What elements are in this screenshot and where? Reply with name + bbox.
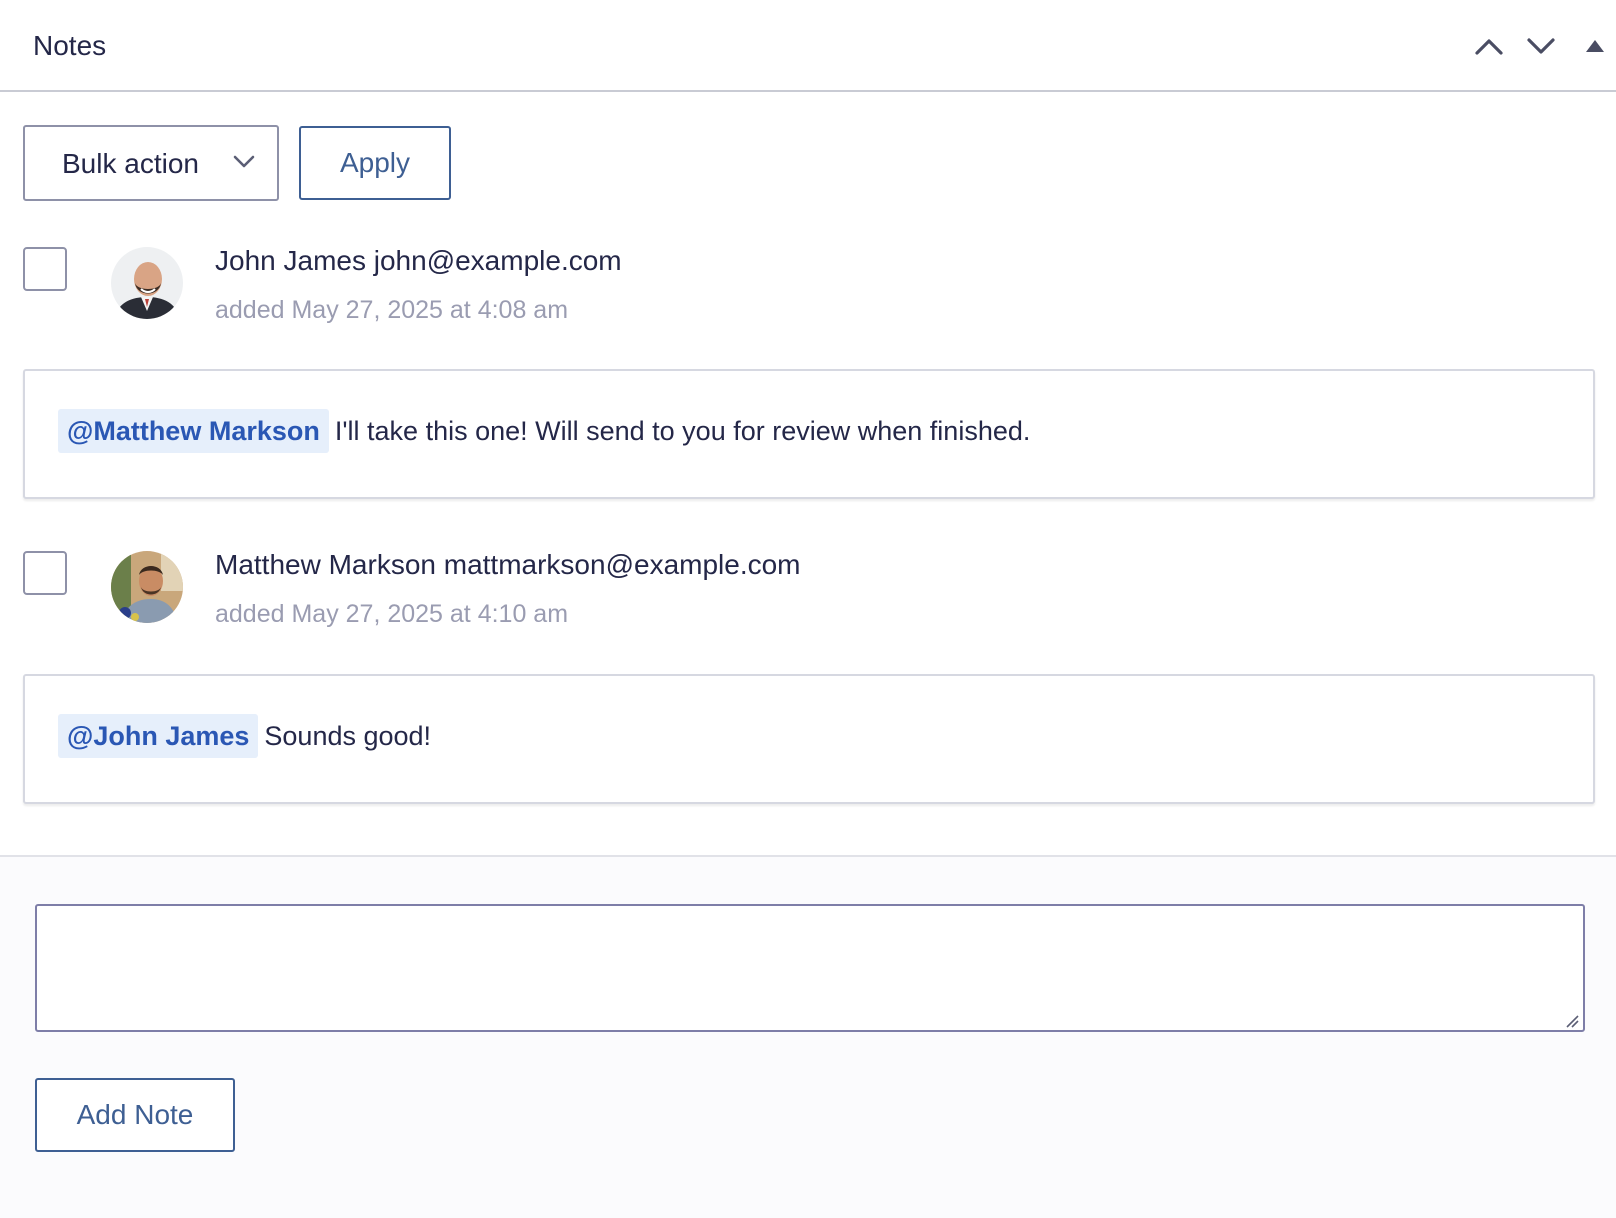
- add-note-button[interactable]: Add Note: [35, 1078, 235, 1152]
- note-date: added May 27, 2025 at 4:08 am: [215, 296, 569, 324]
- note-author: John James john@example.com: [215, 243, 622, 279]
- note-content: @John James Sounds good!: [23, 674, 1595, 804]
- chevron-down-icon: [233, 155, 255, 174]
- note-content: @Matthew Markson I'll take this one! Will…: [23, 369, 1595, 499]
- bulk-action-label: Bulk action: [62, 148, 199, 179]
- resize-handle-icon[interactable]: [1565, 1014, 1579, 1033]
- chevron-down-icon[interactable]: [1521, 26, 1561, 66]
- panel-title: Notes: [33, 30, 107, 61]
- avatar: [111, 247, 183, 319]
- notes-panel: Notes Bulk action Apply John James john@…: [0, 0, 1616, 1218]
- author-name: Matthew Markson: [215, 549, 436, 580]
- note-composer: Add Note: [0, 855, 1616, 1218]
- avatar: [111, 551, 183, 623]
- note-message: I'll take this one! Will send to you for…: [334, 416, 1031, 446]
- mention-tag[interactable]: @John James: [58, 714, 259, 758]
- note-textarea[interactable]: [35, 904, 1585, 1032]
- note-text: @John James Sounds good!: [58, 714, 431, 758]
- note-message: Sounds good!: [264, 721, 432, 751]
- bulk-action-select[interactable]: Bulk action: [23, 125, 279, 201]
- author-email: mattmarkson@example.com: [443, 549, 801, 580]
- panel-header: Notes: [0, 0, 1616, 92]
- note-text: @Matthew Markson I'll take this one! Will…: [58, 409, 1030, 453]
- chevron-up-icon[interactable]: [1469, 26, 1509, 66]
- note-author: Matthew Markson mattmarkson@example.com: [215, 547, 801, 583]
- mention-tag[interactable]: @Matthew Markson: [58, 409, 329, 453]
- collapse-triangle-icon[interactable]: [1575, 26, 1615, 66]
- note-checkbox[interactable]: [23, 247, 67, 291]
- note-checkbox[interactable]: [23, 551, 67, 595]
- author-email: john@example.com: [373, 245, 622, 276]
- apply-button[interactable]: Apply: [299, 126, 451, 200]
- note-date: added May 27, 2025 at 4:10 am: [215, 600, 569, 628]
- author-name: John James: [215, 245, 366, 276]
